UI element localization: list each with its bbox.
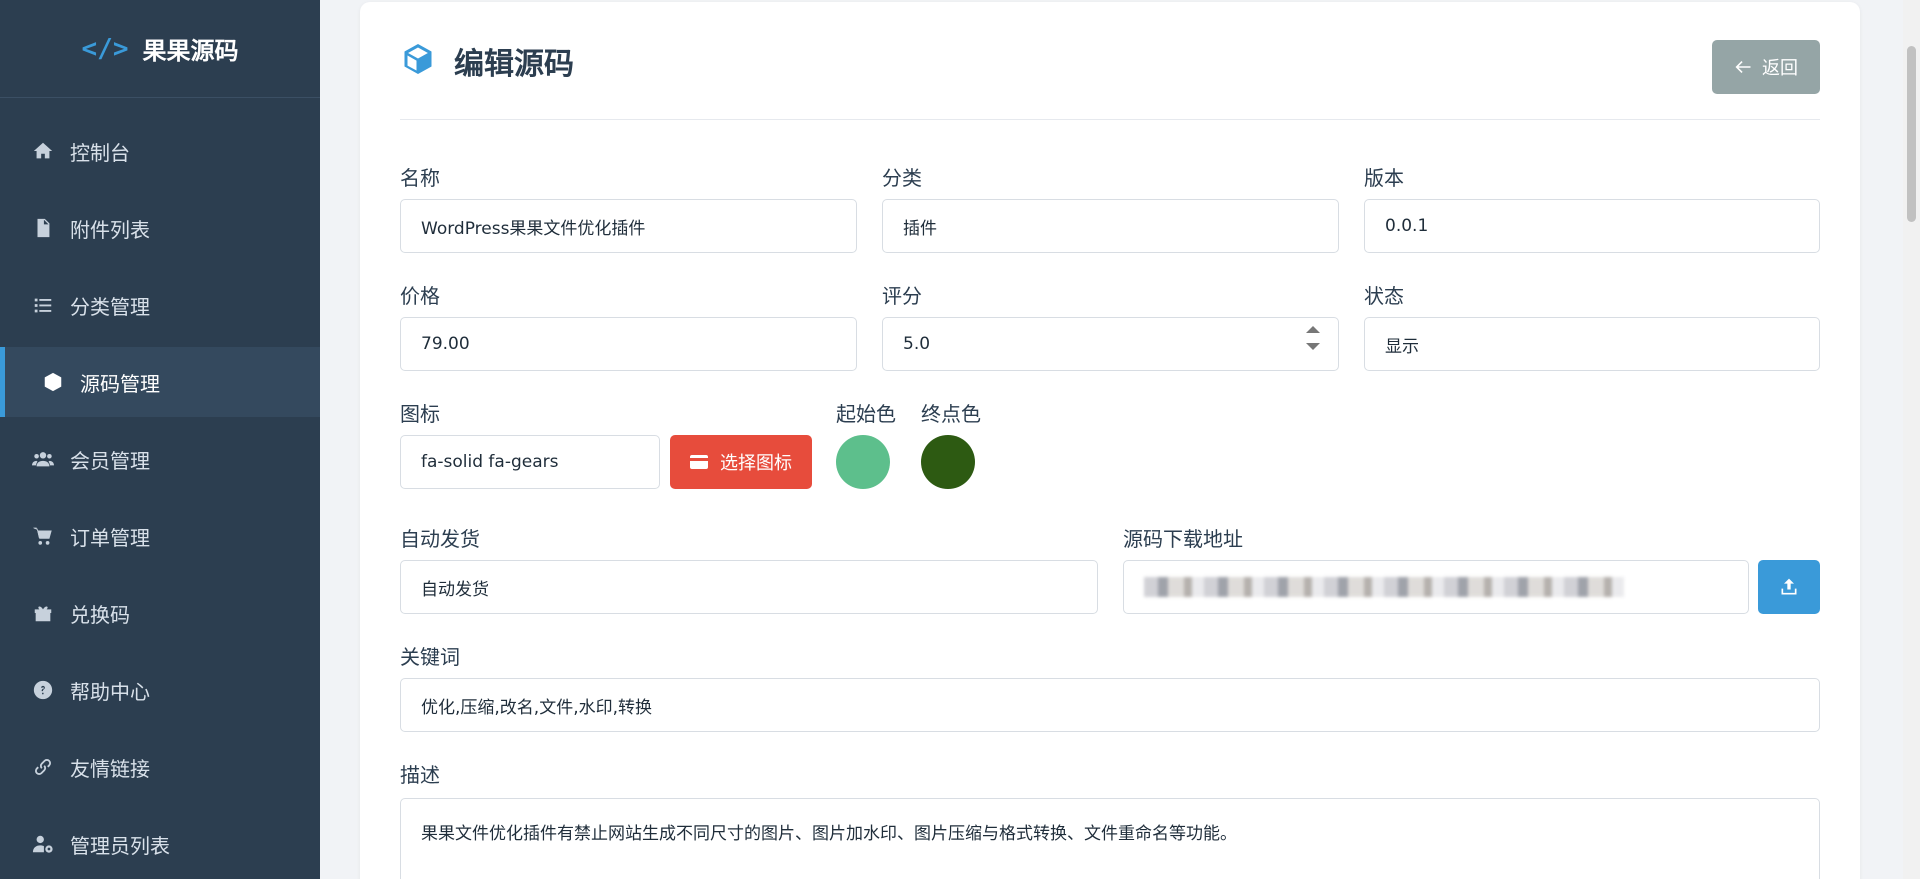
home-icon <box>30 138 56 164</box>
rating-field[interactable]: 5.0 <box>882 317 1339 371</box>
edit-source-card: 编辑源码 返回 名称 WordPress果果文件优化插件 分类 插件 版本 0.… <box>360 2 1860 879</box>
icon-field[interactable]: fa-solid fa-gears <box>400 435 660 489</box>
brand-title: 果果源码 <box>142 37 239 65</box>
start-color-label: 起始色 <box>836 402 896 426</box>
question-icon <box>30 677 56 703</box>
scrollbar-thumb[interactable] <box>1907 46 1916 222</box>
stepper-up-icon[interactable] <box>1306 326 1320 333</box>
price-label: 价格 <box>400 284 440 308</box>
keywords-field[interactable]: 优化,压缩,改名,文件,水印,转换 <box>400 678 1820 732</box>
end-color-picker[interactable] <box>921 435 975 489</box>
auto-delivery-label: 自动发货 <box>400 527 480 551</box>
download-url-field[interactable] <box>1123 560 1749 614</box>
version-field[interactable]: 0.0.1 <box>1364 199 1820 253</box>
rating-value: 5.0 <box>903 334 931 354</box>
upload-icon <box>1781 578 1797 595</box>
sidebar-item-redeem-codes[interactable]: 兑换码 <box>0 578 320 648</box>
sidebar-item-source-code[interactable]: 源码管理 <box>0 347 320 417</box>
status-label: 状态 <box>1364 284 1404 308</box>
description-label: 描述 <box>400 763 440 787</box>
sidebar-item-friend-links[interactable]: 友情链接 <box>0 732 320 802</box>
sidebar-item-label: 帮助中心 <box>70 679 150 704</box>
user-gear-icon <box>30 831 56 857</box>
upload-button[interactable] <box>1758 560 1820 614</box>
sidebar-item-label: 兑换码 <box>70 602 130 627</box>
card-icon <box>690 455 708 469</box>
sidebar-item-label: 分类管理 <box>70 294 150 319</box>
sidebar-item-label: 友情链接 <box>70 756 150 781</box>
keywords-label: 关键词 <box>400 645 460 669</box>
cube-icon <box>40 369 66 395</box>
category-label: 分类 <box>882 166 922 190</box>
description-textarea[interactable]: 果果文件优化插件有禁止网站生成不同尺寸的图片、图片加水印、图片压缩与格式转换、文… <box>400 798 1820 879</box>
sidebar-item-label: 控制台 <box>70 140 130 165</box>
sidebar-nav: 控制台 附件列表 分类管理 源码管理 会员管理 订单管理 兑换码 帮助中心 友情… <box>0 116 320 879</box>
sidebar-item-label: 订单管理 <box>70 525 150 550</box>
icon-label: 图标 <box>400 402 440 426</box>
sidebar-item-attachments[interactable]: 附件列表 <box>0 193 320 263</box>
page-scrollbar[interactable] <box>1903 0 1920 879</box>
link-icon <box>30 754 56 780</box>
sidebar-item-label: 会员管理 <box>70 448 150 473</box>
auto-delivery-select[interactable]: 自动发货 <box>400 560 1098 614</box>
name-label: 名称 <box>400 166 440 190</box>
back-button-label: 返回 <box>1762 58 1798 79</box>
sidebar-item-dashboard[interactable]: 控制台 <box>0 116 320 186</box>
gift-icon <box>30 600 56 626</box>
page-title: 编辑源码 <box>454 46 574 82</box>
download-url-label: 源码下载地址 <box>1123 527 1243 551</box>
file-icon <box>30 215 56 241</box>
sidebar-item-orders[interactable]: 订单管理 <box>0 501 320 571</box>
stepper-down-icon[interactable] <box>1306 343 1320 350</box>
back-button[interactable]: 返回 <box>1712 40 1820 94</box>
sidebar: </> 果果源码 控制台 附件列表 分类管理 源码管理 会员管理 订单管理 兑换… <box>0 0 320 879</box>
name-field[interactable]: WordPress果果文件优化插件 <box>400 199 857 253</box>
arrow-left-icon <box>1735 61 1751 73</box>
start-color-picker[interactable] <box>836 435 890 489</box>
sidebar-item-label: 源码管理 <box>80 371 160 396</box>
category-field[interactable]: 插件 <box>882 199 1339 253</box>
status-select[interactable]: 显示 <box>1364 317 1820 371</box>
version-label: 版本 <box>1364 166 1404 190</box>
choose-icon-button[interactable]: 选择图标 <box>670 435 812 489</box>
redacted-url <box>1144 577 1624 597</box>
sidebar-item-label: 附件列表 <box>70 217 150 242</box>
sidebar-item-label: 管理员列表 <box>70 833 170 858</box>
code-icon: </> <box>81 33 129 64</box>
price-field[interactable]: 79.00 <box>400 317 857 371</box>
choose-icon-label: 选择图标 <box>720 453 792 474</box>
sidebar-item-members[interactable]: 会员管理 <box>0 424 320 494</box>
brand[interactable]: </> 果果源码 <box>0 0 320 98</box>
cart-icon <box>30 523 56 549</box>
cube-icon <box>400 41 436 81</box>
card-header: 编辑源码 返回 <box>400 2 1820 120</box>
sidebar-item-help[interactable]: 帮助中心 <box>0 655 320 725</box>
users-icon <box>30 446 56 472</box>
rating-label: 评分 <box>882 284 922 308</box>
sidebar-item-admins[interactable]: 管理员列表 <box>0 809 320 879</box>
list-icon <box>30 292 56 318</box>
rating-stepper[interactable] <box>1306 326 1320 350</box>
sidebar-item-categories[interactable]: 分类管理 <box>0 270 320 340</box>
end-color-label: 终点色 <box>921 402 981 426</box>
